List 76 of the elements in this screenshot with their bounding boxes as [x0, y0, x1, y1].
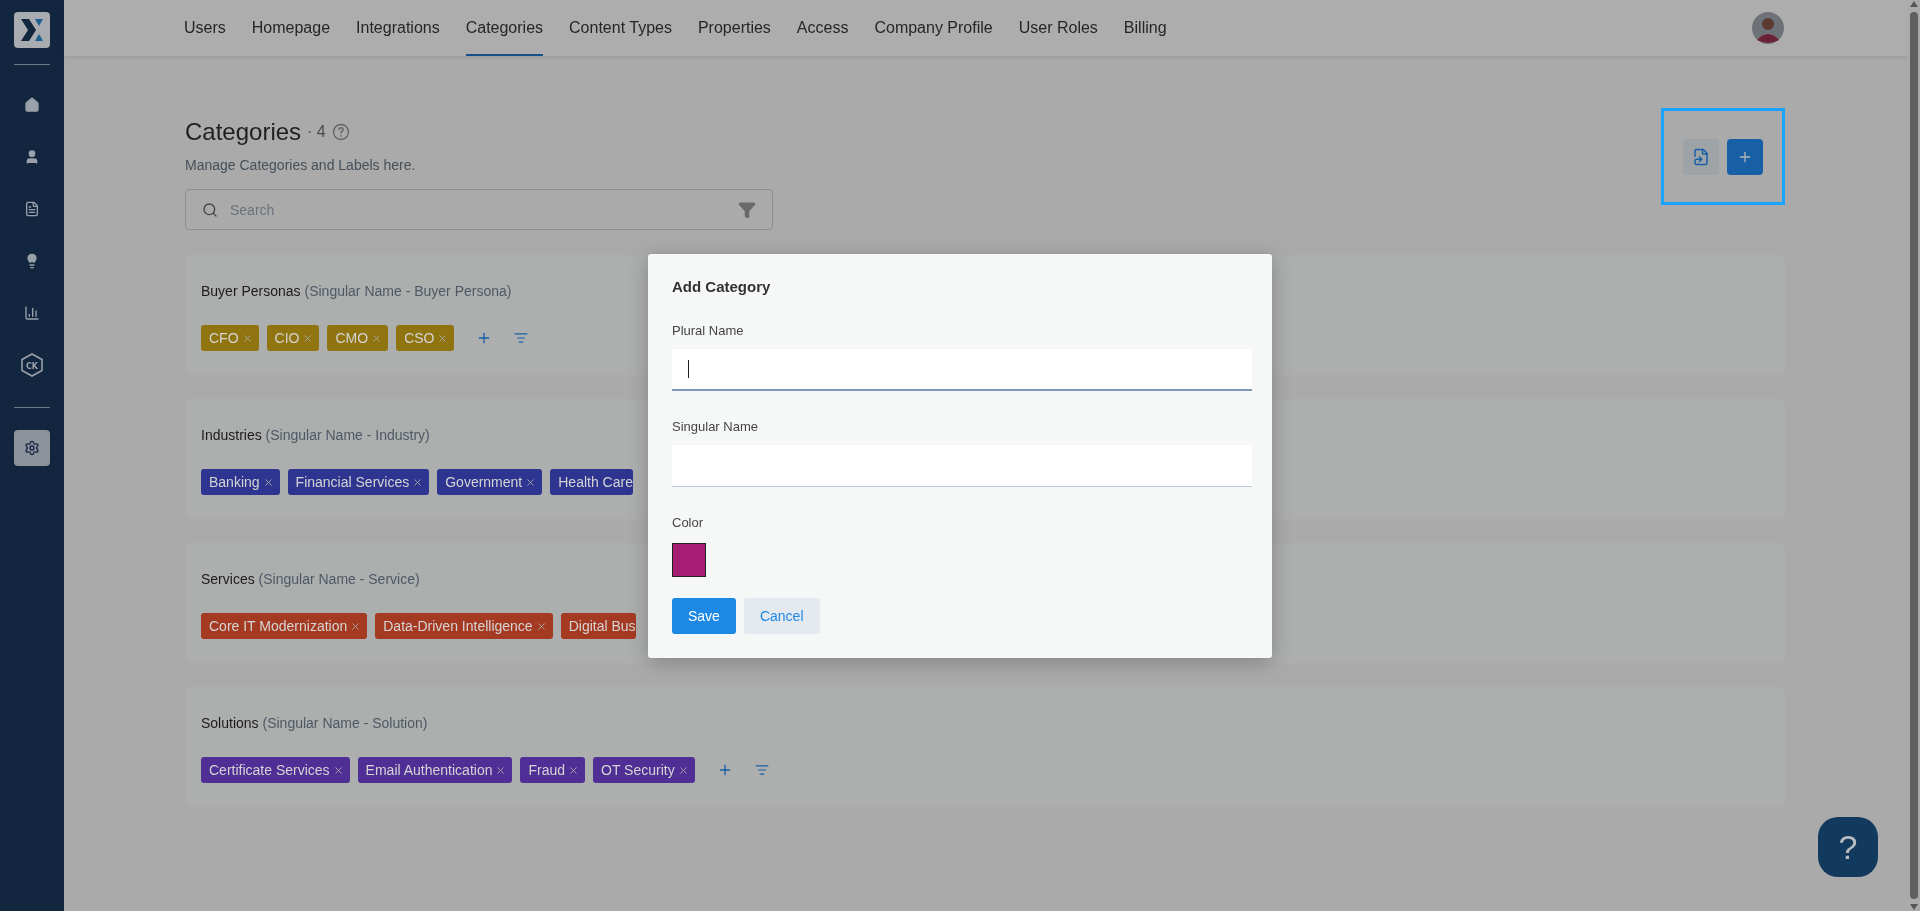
remove-icon[interactable]	[350, 620, 362, 632]
sidebar-button[interactable]	[14, 430, 50, 466]
nav-tab[interactable]: Users	[184, 0, 226, 56]
person-icon	[24, 149, 40, 165]
avatar-icon[interactable]	[1752, 12, 1784, 44]
field-label: Plural Name	[672, 322, 745, 338]
dialog-title: Add Category	[672, 277, 772, 295]
bar-chart-icon	[24, 305, 40, 321]
page-subtitle: Manage Categories and Labels here.	[185, 157, 417, 173]
nav-tab[interactable]: User Roles	[1018, 0, 1098, 56]
category-title: Solutions (Singular Name - Solution)	[201, 715, 428, 731]
category-tag[interactable]: Email Authentication	[357, 757, 513, 783]
home-icon	[24, 97, 40, 113]
logo-icon[interactable]	[14, 12, 50, 48]
help-button[interactable]: ?	[1818, 817, 1878, 877]
nav-tab[interactable]: Content Types	[569, 0, 672, 56]
category-tag[interactable]: Certificate Services	[201, 757, 350, 783]
list-icon	[514, 331, 529, 345]
color-swatch[interactable]	[672, 542, 706, 577]
category-tag[interactable]: Financial Services	[287, 469, 430, 495]
category-tag[interactable]: OT Security	[593, 757, 695, 783]
list-settings-button[interactable]	[754, 763, 769, 777]
remove-icon[interactable]	[535, 620, 547, 632]
search-field[interactable]: Search	[185, 189, 773, 230]
category-title: Services (Singular Name - Service)	[201, 571, 420, 587]
input-field[interactable]	[672, 444, 1252, 487]
remove-icon[interactable]	[332, 764, 344, 776]
remove-icon[interactable]	[677, 764, 689, 776]
remove-icon[interactable]	[262, 476, 274, 488]
remove-icon[interactable]	[241, 332, 253, 344]
search-icon	[202, 201, 218, 218]
remove-icon[interactable]	[568, 764, 580, 776]
list-settings-button[interactable]	[514, 331, 529, 345]
settings-icon	[24, 440, 40, 456]
category-tag[interactable]: Health Care	[550, 469, 633, 495]
nav-tab[interactable]: Access	[796, 0, 849, 56]
category-tag[interactable]: Banking	[201, 469, 280, 495]
category-tag[interactable]: Fraud	[520, 757, 586, 783]
remove-icon[interactable]	[302, 332, 314, 344]
nav-tab[interactable]: Categories	[465, 0, 544, 56]
remove-icon[interactable]	[437, 332, 449, 344]
nav-tab[interactable]: Company Profile	[874, 0, 993, 56]
category-tag[interactable]: Government	[437, 469, 543, 495]
file-link-icon	[1692, 147, 1710, 166]
nav-tab[interactable]: Integrations	[356, 0, 440, 56]
field-label: Singular Name	[672, 418, 759, 434]
remove-icon[interactable]	[371, 332, 383, 344]
category-tag[interactable]: Digital Bus	[560, 613, 636, 639]
import-button[interactable]	[1683, 138, 1719, 175]
add-button[interactable]	[1727, 138, 1763, 175]
category-title: Industries (Singular Name - Industry)	[201, 427, 430, 443]
document-icon	[24, 201, 40, 217]
list-icon	[754, 763, 769, 777]
lightbulb-icon	[24, 253, 40, 269]
filter-icon[interactable]	[738, 200, 756, 219]
scroll-down-icon[interactable]	[1909, 903, 1919, 911]
hexagon-badge-icon: CK	[21, 353, 43, 377]
remove-icon[interactable]	[525, 476, 537, 488]
page-title: Categories	[185, 118, 302, 146]
remove-icon[interactable]	[412, 476, 424, 488]
category-count: · 4	[307, 123, 326, 141]
scroll-up-icon[interactable]	[1909, 0, 1919, 8]
field-label: Color	[672, 514, 705, 530]
nav-tab[interactable]: Billing	[1123, 0, 1167, 56]
help-icon[interactable]	[331, 123, 350, 141]
nav-tab[interactable]: Homepage	[251, 0, 331, 56]
sidebar-button[interactable]: CK	[14, 347, 50, 383]
nav-tab[interactable]: Properties	[697, 0, 771, 56]
input-field[interactable]	[672, 348, 1252, 391]
category-title: Buyer Personas (Singular Name - Buyer Persona)	[201, 283, 512, 299]
category-tag[interactable]: Core IT Modernization	[201, 613, 368, 639]
search-input[interactable]: Search	[228, 200, 728, 219]
scrollbar[interactable]	[1908, 0, 1920, 911]
save-button[interactable]: Save	[672, 597, 736, 634]
category-tag[interactable]: Data-Driven Intelligence	[375, 613, 553, 639]
remove-icon[interactable]	[495, 764, 507, 776]
